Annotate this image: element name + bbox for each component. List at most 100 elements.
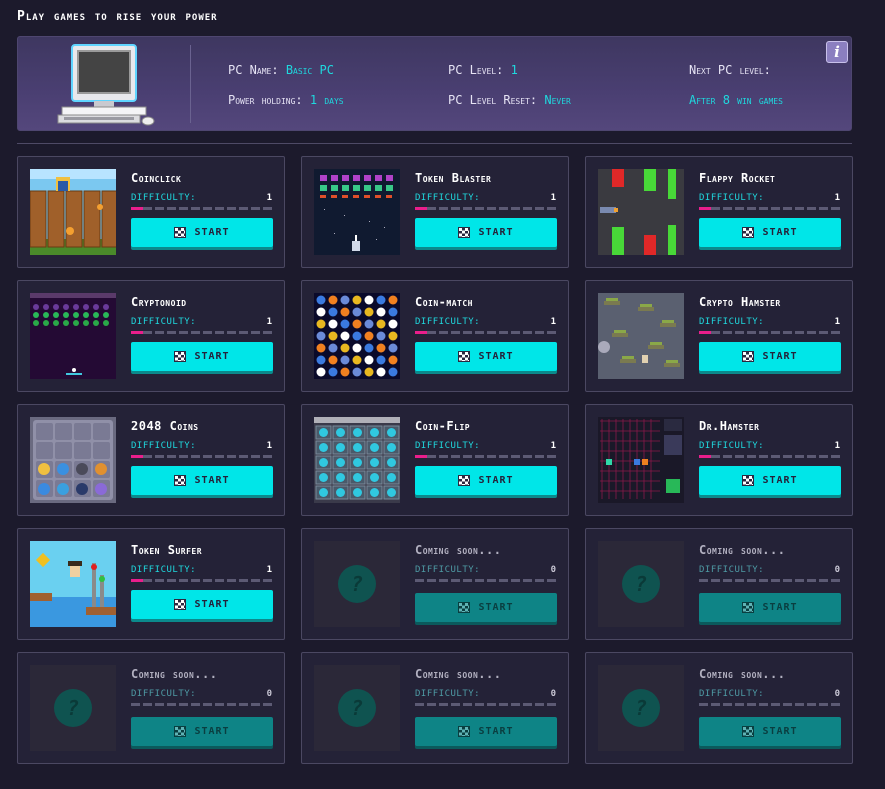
game-title: Cryptonoid — [131, 295, 187, 309]
start-button[interactable]: START — [699, 717, 841, 746]
difficulty-label: DIFFICULTY: — [131, 565, 197, 575]
lock-icon: ? — [338, 689, 376, 727]
token-surfer-thumbnail[interactable] — [30, 541, 116, 627]
checkered-flag-icon — [458, 475, 471, 486]
start-label: START — [194, 227, 230, 238]
coming-soon-thumbnail: ? — [598, 541, 684, 627]
difficulty-value: 0 — [266, 689, 272, 699]
difficulty-bar-fill — [699, 455, 711, 458]
start-button[interactable]: START — [699, 593, 841, 622]
cryptonoid-thumbnail[interactable] — [30, 293, 116, 379]
dr-hamster-thumbnail[interactable] — [598, 417, 684, 503]
start-button[interactable]: START — [415, 717, 557, 746]
start-button[interactable]: START — [699, 466, 841, 495]
difficulty-bar — [131, 207, 273, 210]
game-card: ? Coming soon... DIFFICULTY: 0 START — [301, 652, 569, 764]
start-button[interactable]: START — [131, 218, 273, 247]
computer-icon — [56, 43, 156, 127]
difficulty-bar-fill — [415, 455, 427, 458]
game-title: Coin-match — [415, 295, 473, 309]
start-label: START — [478, 726, 514, 737]
checkered-flag-icon — [742, 351, 755, 362]
start-label: START — [194, 726, 230, 737]
start-button[interactable]: START — [415, 342, 557, 371]
start-button[interactable]: START — [699, 218, 841, 247]
game-title: Coming soon... — [699, 543, 786, 557]
flappy-rocket-thumbnail[interactable] — [598, 169, 684, 255]
pc-panel-divider — [190, 45, 191, 123]
difficulty-value: 1 — [550, 317, 556, 327]
coming-soon-thumbnail: ? — [30, 665, 116, 751]
difficulty-value: 1 — [834, 193, 840, 203]
difficulty-bar — [415, 579, 557, 582]
start-label: START — [194, 351, 230, 362]
lock-icon: ? — [54, 689, 92, 727]
pc-name: PC Name: Basic PC — [228, 63, 334, 77]
game-title: Coming soon... — [131, 667, 218, 681]
game-card: Coin-Flip DIFFICULTY: 1 START — [301, 404, 569, 516]
start-button[interactable]: START — [415, 218, 557, 247]
2048-coins-thumbnail[interactable] — [30, 417, 116, 503]
checkered-flag-icon — [458, 227, 471, 238]
checkered-flag-icon — [174, 475, 187, 486]
checkered-flag-icon — [174, 726, 187, 737]
difficulty-label: DIFFICULTY: — [699, 317, 765, 327]
start-label: START — [478, 227, 514, 238]
power-holding-value: 1 days — [309, 93, 344, 107]
start-button[interactable]: START — [699, 342, 841, 371]
game-title: Token Blaster — [415, 171, 492, 185]
difficulty-bar-fill — [415, 207, 427, 210]
start-label: START — [194, 599, 230, 610]
start-button[interactable]: START — [415, 466, 557, 495]
game-title: Flappy Rocket — [699, 171, 776, 185]
game-card: Cryptonoid DIFFICULTY: 1 START — [17, 280, 285, 392]
token-blaster-thumbnail[interactable] — [314, 169, 400, 255]
difficulty-bar — [415, 455, 557, 458]
start-button[interactable]: START — [131, 342, 273, 371]
start-label: START — [762, 602, 798, 613]
start-label: START — [762, 726, 798, 737]
crypto-hamster-thumbnail[interactable] — [598, 293, 684, 379]
start-label: START — [762, 475, 798, 486]
coming-soon-thumbnail: ? — [314, 665, 400, 751]
difficulty-bar — [699, 579, 841, 582]
checkered-flag-icon — [458, 602, 471, 613]
difficulty-value: 0 — [834, 689, 840, 699]
difficulty-bar — [699, 331, 841, 334]
checkered-flag-icon — [742, 227, 755, 238]
difficulty-label: DIFFICULTY: — [699, 689, 765, 699]
game-title: Coin-Flip — [415, 419, 471, 433]
info-button[interactable]: i — [826, 41, 848, 63]
game-card: ? Coming soon... DIFFICULTY: 0 START — [585, 652, 853, 764]
game-title: Coming soon... — [415, 543, 502, 557]
checkered-flag-icon — [742, 475, 755, 486]
difficulty-label: DIFFICULTY: — [699, 565, 765, 575]
difficulty-value: 0 — [834, 565, 840, 575]
difficulty-label: DIFFICULTY: — [415, 689, 481, 699]
difficulty-bar-fill — [131, 331, 143, 334]
difficulty-label: DIFFICULTY: — [415, 317, 481, 327]
game-title: Token Surfer — [131, 543, 203, 557]
lock-icon: ? — [622, 689, 660, 727]
coin-match-thumbnail[interactable] — [314, 293, 400, 379]
checkered-flag-icon — [742, 726, 755, 737]
start-button[interactable]: START — [131, 466, 273, 495]
start-button[interactable]: START — [131, 590, 273, 619]
game-card: ? Coming soon... DIFFICULTY: 0 START — [17, 652, 285, 764]
difficulty-bar — [415, 207, 557, 210]
difficulty-bar — [131, 579, 273, 582]
checkered-flag-icon — [458, 351, 471, 362]
game-card: Coin-match DIFFICULTY: 1 START — [301, 280, 569, 392]
start-button[interactable]: START — [131, 717, 273, 746]
pc-level: PC Level: 1 — [448, 63, 518, 77]
checkered-flag-icon — [742, 602, 755, 613]
coinclick-thumbnail[interactable] — [30, 169, 116, 255]
lock-icon: ? — [622, 565, 660, 603]
start-label: START — [478, 602, 514, 613]
game-card: 2048 Coins DIFFICULTY: 1 START — [17, 404, 285, 516]
difficulty-bar-fill — [699, 331, 711, 334]
game-card: Token Blaster DIFFICULTY: 1 START — [301, 156, 569, 268]
difficulty-bar — [699, 455, 841, 458]
coin-flip-thumbnail[interactable] — [314, 417, 400, 503]
start-button[interactable]: START — [415, 593, 557, 622]
